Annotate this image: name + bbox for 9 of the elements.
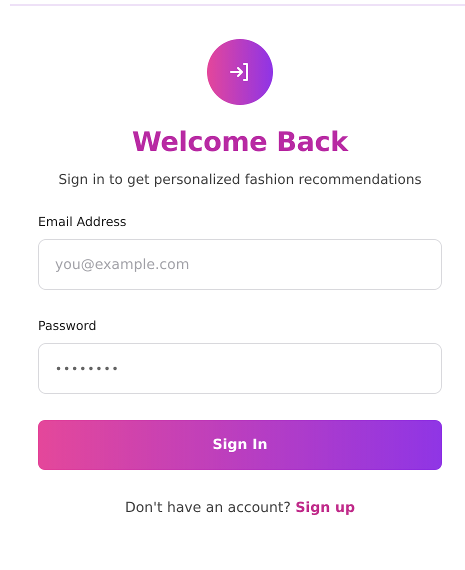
field-label: Password	[38, 318, 98, 333]
field-label: Email Address	[38, 214, 128, 229]
page-title: Welcome Back	[132, 127, 348, 158]
signup-prompt: Don't have an account? Sign up	[124, 500, 356, 516]
sign-in-button[interactable]: Sign In	[38, 420, 442, 470]
email-field[interactable]: you@example.com	[38, 239, 442, 290]
sign-up-link[interactable]: Sign up	[295, 500, 356, 516]
subtitle: Sign in to get personalized fashion recommendations	[58, 172, 422, 188]
password-field[interactable]: ••••••••	[38, 343, 442, 394]
